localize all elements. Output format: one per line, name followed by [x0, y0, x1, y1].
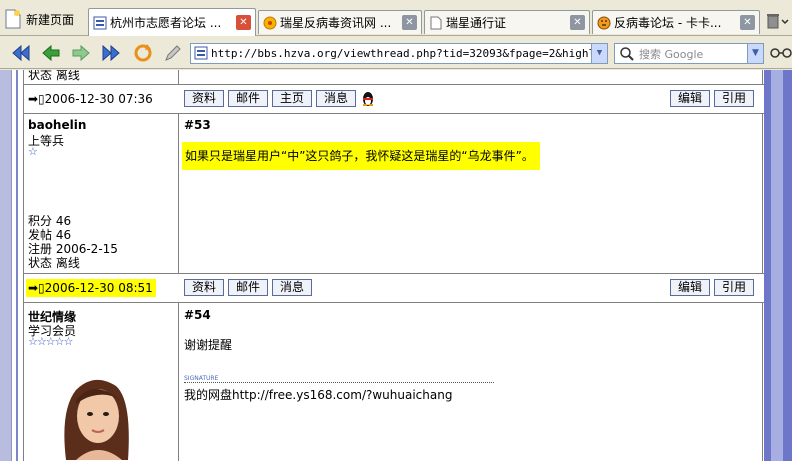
- tab-rising-passport[interactable]: 瑞星通行证 ✕: [424, 10, 590, 34]
- row-divider: [24, 113, 764, 114]
- page-favicon-icon: [430, 16, 442, 29]
- back-arrow-icon[interactable]: [40, 42, 62, 64]
- search-icon: [620, 47, 634, 61]
- tab-hangzhou-forum[interactable]: 杭州市志愿者论坛 ... ✕: [88, 8, 256, 36]
- address-bar[interactable]: http://bbs.hzva.org/viewthread.php?tid=3…: [190, 43, 608, 64]
- glasses-icon[interactable]: [770, 46, 792, 60]
- edit-button[interactable]: 编辑: [669, 279, 710, 296]
- rising-favicon-icon: [263, 16, 277, 29]
- avatar: [46, 370, 144, 460]
- message-button[interactable]: 消息: [316, 90, 357, 107]
- trash-icon[interactable]: [766, 12, 790, 30]
- url-text: http://bbs.hzva.org/viewthread.php?tid=3…: [211, 47, 608, 60]
- rank-stars-icon: ☆: [28, 145, 38, 158]
- tab-rising-news[interactable]: 瑞星反病毒资讯网 ... ✕: [258, 10, 422, 34]
- post-actions: 资料 邮件 主页 消息: [184, 90, 376, 107]
- post-meta-row: ➡▯2006-12-30 07:36 资料 邮件 主页 消息 编辑 引用: [24, 85, 764, 113]
- tab-antivirus-forum[interactable]: 反病毒论坛 - 卡卡... ✕: [592, 10, 760, 34]
- user-points: 积分 46: [28, 214, 72, 228]
- tab-label: 杭州市志愿者论坛 ...: [110, 16, 222, 30]
- tab-label: 瑞星通行证: [446, 16, 507, 30]
- browser-window: 新建页面 杭州市志愿者论坛 ... ✕ 瑞星反病毒资讯网 ... ✕ 瑞星通行证…: [0, 0, 792, 461]
- homepage-button[interactable]: 主页: [272, 90, 313, 107]
- edit-button[interactable]: 编辑: [669, 90, 710, 107]
- row-divider: [24, 302, 764, 303]
- fast-forward-icon[interactable]: [100, 42, 122, 64]
- search-placeholder: 搜索 Google: [639, 47, 704, 61]
- user-registered: 注册 2006-2-15: [28, 242, 118, 256]
- post-meta-row: ➡▯2006-12-30 08:51 资料 邮件 消息 编辑 引用: [24, 274, 764, 302]
- tab-label: 瑞星反病毒资讯网 ...: [280, 16, 392, 30]
- new-page-icon: [5, 9, 21, 29]
- close-tab-icon[interactable]: ✕: [402, 15, 417, 30]
- status-text: 状态 离线: [28, 70, 80, 82]
- email-button[interactable]: 邮件: [228, 279, 269, 296]
- post-number: #53: [184, 118, 211, 132]
- page-favicon-icon: [194, 46, 208, 60]
- page-favicon-icon: [93, 16, 107, 29]
- post-timestamp: ➡▯2006-12-30 07:36: [28, 92, 153, 106]
- user-status: 状态 离线: [28, 256, 80, 270]
- signature-text: 我的网盘http://free.ys168.com/?wuhuaichang: [184, 388, 453, 402]
- edit-pen-icon[interactable]: [162, 42, 184, 64]
- close-tab-icon[interactable]: ✕: [236, 15, 251, 30]
- email-button[interactable]: 邮件: [228, 90, 269, 107]
- post-edit-actions: 编辑 引用: [669, 279, 754, 296]
- chevron-down-icon[interactable]: ▼: [747, 44, 763, 63]
- signature-divider: [184, 382, 494, 383]
- post-timestamp: ➡▯2006-12-30 08:51: [26, 279, 156, 297]
- post-actions: 资料 邮件 消息: [184, 279, 313, 296]
- left-page-margin: [0, 70, 12, 461]
- quote-button[interactable]: 引用: [713, 279, 754, 296]
- page-content: 状态 离线 ➡▯2006-12-30 07:36 资料 邮件 主页 消息 编辑 …: [0, 70, 792, 461]
- post-link-icon[interactable]: ➡▯: [28, 281, 45, 295]
- chevron-down-icon[interactable]: ▼: [591, 44, 607, 63]
- tiger-favicon-icon: [597, 16, 611, 29]
- post-message: 谢谢提醒: [184, 338, 233, 352]
- profile-button[interactable]: 资料: [184, 90, 225, 107]
- post-author[interactable]: baohelin: [28, 118, 86, 132]
- tab-label: 反病毒论坛 - 卡卡...: [614, 16, 722, 30]
- border-line: [16, 70, 18, 461]
- user-post-count: 发帖 46: [28, 228, 72, 242]
- rank-stars-icon: ☆☆☆☆☆: [28, 335, 73, 348]
- post-link-icon[interactable]: ➡▯: [28, 92, 45, 106]
- signature-mark: SIGNATURE: [184, 375, 219, 382]
- profile-button[interactable]: 资料: [184, 279, 225, 296]
- post-edit-actions: 编辑 引用: [669, 90, 754, 107]
- reload-icon[interactable]: [132, 42, 154, 64]
- qq-penguin-icon[interactable]: [360, 90, 376, 107]
- search-input[interactable]: 搜索 Google ▼: [614, 43, 764, 64]
- post-message: 如果只是瑞星用户“中”这只鸽子，我怀疑这是瑞星的“乌龙事件”。: [182, 142, 540, 170]
- close-tab-icon[interactable]: ✕: [740, 15, 755, 30]
- thread-table: 状态 离线 ➡▯2006-12-30 07:36 资料 邮件 主页 消息 编辑 …: [23, 70, 764, 461]
- new-page-button[interactable]: 新建页面: [4, 8, 74, 30]
- quote-button[interactable]: 引用: [713, 90, 754, 107]
- tab-bar: 新建页面 杭州市志愿者论坛 ... ✕ 瑞星反病毒资讯网 ... ✕ 瑞星通行证…: [0, 0, 792, 36]
- post-number: #54: [184, 308, 211, 322]
- scrollbar[interactable]: [764, 70, 792, 461]
- navigation-toolbar: http://bbs.hzva.org/viewthread.php?tid=3…: [0, 37, 792, 69]
- message-button[interactable]: 消息: [272, 279, 313, 296]
- new-page-label: 新建页面: [26, 12, 75, 27]
- column-separator: [178, 70, 179, 461]
- forward-arrow-icon[interactable]: [70, 42, 92, 64]
- close-tab-icon[interactable]: ✕: [570, 15, 585, 30]
- rewind-icon[interactable]: [10, 42, 32, 64]
